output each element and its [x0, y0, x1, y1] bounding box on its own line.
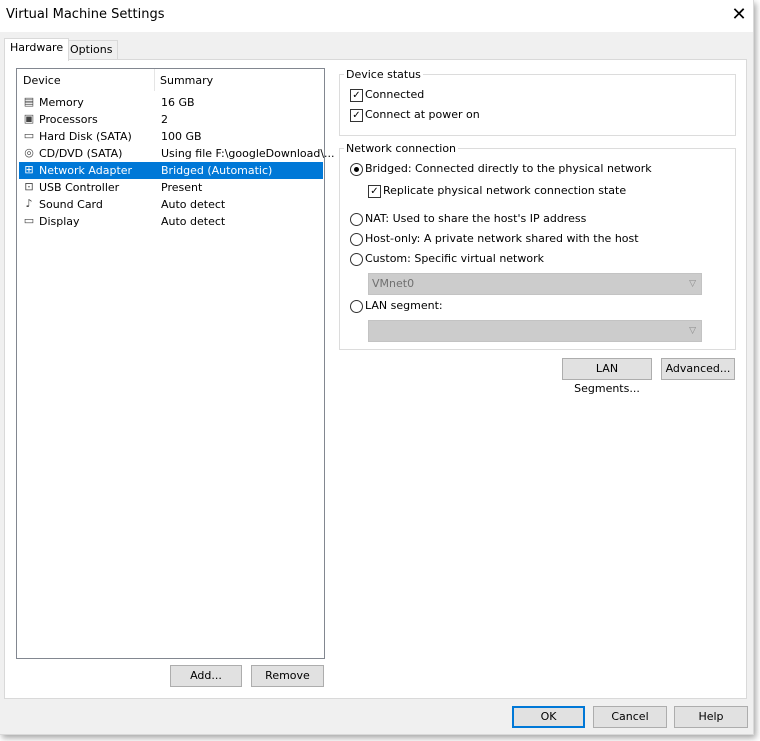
- device-row-processors[interactable]: ▣ Processors 2: [19, 111, 323, 128]
- chevron-down-icon: ▽: [689, 326, 696, 336]
- device-row-usb-controller[interactable]: ⊡ USB Controller Present: [19, 179, 323, 196]
- device-name: Display: [39, 215, 80, 228]
- lan-segments-button[interactable]: LAN Segments...: [562, 358, 652, 395]
- device-summary: Auto detect: [161, 215, 226, 228]
- replicate-state-label[interactable]: Replicate physical network connection st…: [383, 184, 626, 197]
- tab-options[interactable]: Options: [64, 40, 119, 61]
- add-device-button[interactable]: Add...: [170, 665, 242, 687]
- lan-segment-label[interactable]: LAN segment:: [365, 299, 443, 312]
- device-row-display[interactable]: ▭ Display Auto detect: [19, 213, 323, 230]
- device-name: Hard Disk (SATA): [39, 130, 132, 143]
- device-name: Network Adapter: [39, 164, 133, 177]
- lan-segment-select[interactable]: ▽: [368, 320, 702, 342]
- device-name: CD/DVD (SATA): [39, 147, 123, 160]
- device-summary: Auto detect: [161, 198, 226, 211]
- device-summary: 16 GB: [161, 96, 195, 109]
- host-only-radio[interactable]: [350, 233, 363, 246]
- connected-checkbox[interactable]: ✓: [350, 89, 363, 102]
- processor-icon: ▣: [23, 112, 35, 125]
- device-row-network-adapter[interactable]: ⊞ Network Adapter Bridged (Automatic): [19, 162, 323, 179]
- device-summary: Using file F:\googleDownload\...: [161, 147, 335, 160]
- device-list[interactable]: Device Summary ▤ Memory 16 GB ▣ Processors 2 ▭…: [16, 68, 335, 659]
- device-summary: 2: [161, 113, 168, 126]
- nat-label[interactable]: NAT: Used to share the host's IP address: [365, 212, 586, 225]
- usb-icon: ⊡: [24, 180, 34, 193]
- device-summary: Present: [161, 181, 203, 194]
- ok-button[interactable]: OK: [512, 706, 585, 728]
- cancel-button[interactable]: Cancel: [593, 706, 667, 728]
- title-bar: Virtual Machine Settings ✕: [0, 0, 753, 32]
- custom-radio[interactable]: [350, 253, 363, 266]
- bridged-label[interactable]: Bridged: Connected directly to the physi…: [365, 162, 652, 175]
- advanced-button[interactable]: Advanced...: [661, 358, 735, 380]
- column-separator[interactable]: [154, 69, 155, 91]
- chevron-down-icon: ▽: [689, 279, 696, 289]
- device-status-group: [339, 74, 736, 136]
- device-name: Sound Card: [39, 198, 103, 211]
- cd-dvd-icon: ◎: [24, 146, 34, 159]
- remove-device-button[interactable]: Remove: [251, 665, 324, 687]
- device-row-cd-dvd-sata[interactable]: ◎ CD/DVD (SATA) Using file F:\googleDownlo…: [19, 145, 334, 162]
- summary-column-header[interactable]: Summary: [160, 69, 213, 93]
- device-name: Memory: [39, 96, 84, 109]
- connected-label[interactable]: Connected: [365, 88, 424, 101]
- bridged-radio[interactable]: [350, 163, 363, 176]
- network-connection-title: Network connection: [344, 142, 459, 155]
- display-icon: ▭: [23, 214, 35, 227]
- device-name: USB Controller: [39, 181, 120, 194]
- help-button[interactable]: Help: [674, 706, 748, 728]
- connect-at-power-on-checkbox[interactable]: ✓: [350, 109, 363, 122]
- hard-disk-icon: ▭: [23, 129, 35, 142]
- window-title: Virtual Machine Settings: [6, 7, 165, 22]
- lan-segment-radio[interactable]: [350, 300, 363, 313]
- memory-icon: ▤: [23, 95, 35, 108]
- device-status-title: Device status: [344, 68, 423, 81]
- tab-hardware[interactable]: Hardware: [4, 38, 70, 61]
- custom-network-value: VMnet0: [372, 277, 415, 290]
- sound-card-icon: ♪: [25, 197, 33, 210]
- network-adapter-icon: ⊞: [24, 163, 34, 176]
- device-column-header[interactable]: Device: [23, 69, 61, 93]
- custom-label[interactable]: Custom: Specific virtual network: [365, 252, 544, 265]
- radio-selected-dot: [354, 167, 359, 172]
- connect-at-power-on-label[interactable]: Connect at power on: [365, 108, 480, 121]
- device-row-memory[interactable]: ▤ Memory 16 GB: [19, 94, 323, 111]
- nat-radio[interactable]: [350, 213, 363, 226]
- device-summary: Bridged (Automatic): [161, 164, 273, 177]
- device-summary: 100 GB: [161, 130, 202, 143]
- close-icon[interactable]: ✕: [728, 4, 750, 26]
- host-only-label[interactable]: Host-only: A private network shared with…: [365, 232, 639, 245]
- device-name: Processors: [39, 113, 98, 126]
- device-row-hard-disk-sata[interactable]: ▭ Hard Disk (SATA) 100 GB: [19, 128, 323, 145]
- custom-network-select[interactable]: VMnet0 ▽: [368, 273, 702, 295]
- vm-settings-dialog: Virtual Machine Settings ✕ Hardware Opti…: [0, 0, 754, 735]
- device-row-sound-card[interactable]: ♪ Sound Card Auto detect: [19, 196, 323, 213]
- replicate-state-checkbox[interactable]: ✓: [368, 185, 381, 198]
